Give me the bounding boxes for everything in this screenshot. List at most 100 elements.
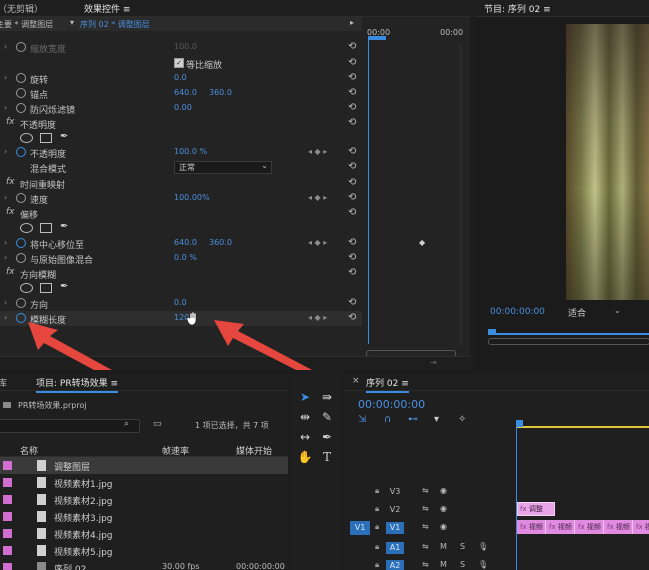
stopwatch-icon[interactable] xyxy=(16,238,26,248)
effect-row[interactable]: 混合模式 正常 ⌄ ⟲ xyxy=(0,160,362,175)
property-value[interactable]: 0.0 xyxy=(174,298,187,307)
reset-icon[interactable]: ⟲ xyxy=(348,207,356,218)
mute-button[interactable]: M xyxy=(440,560,447,569)
property-value[interactable]: 640.0 xyxy=(174,88,197,97)
eye-icon[interactable]: ◉ xyxy=(440,486,447,495)
tab-library[interactable]: 库 xyxy=(0,376,7,389)
reset-icon[interactable]: ⟲ xyxy=(348,72,356,83)
video-clip[interactable]: fx 视频 xyxy=(546,520,575,534)
pen-mask-icon[interactable]: ✒ xyxy=(60,131,68,142)
track-name[interactable]: V1 xyxy=(386,522,404,534)
property-value[interactable]: 100.0 % xyxy=(174,147,207,156)
effect-row[interactable]: › 将中心移位至 640.0 360.0 ◂ ◆ ▸ ⟲ xyxy=(0,236,362,251)
effect-row[interactable]: › 模糊长度 120 ◂ ◆ ▸ ⟲ xyxy=(0,311,362,326)
close-icon[interactable]: × xyxy=(352,376,360,386)
chevron-right-icon[interactable]: › xyxy=(4,253,7,262)
reset-icon[interactable]: ⟲ xyxy=(348,41,356,52)
tab-effect-controls[interactable]: 效果控件 ≡ xyxy=(84,2,131,19)
slip-tool-icon[interactable]: ↔ xyxy=(296,428,314,446)
lock-icon[interactable]: 🔒︎ xyxy=(375,504,379,514)
solo-button[interactable]: S xyxy=(460,560,465,569)
stopwatch-icon[interactable] xyxy=(16,298,26,308)
sync-lock-icon[interactable]: ⇋ xyxy=(422,542,429,551)
col-name[interactable]: 名称 xyxy=(20,444,38,457)
blend-mode-select[interactable]: 正常 ⌄ xyxy=(174,161,272,174)
reset-icon[interactable]: ⟲ xyxy=(348,267,356,278)
video-clip[interactable]: fx 视频 xyxy=(517,520,546,534)
pen-mask-icon[interactable]: ✒ xyxy=(60,281,68,292)
breadcrumb-source[interactable]: 主要 * 调整图层 xyxy=(0,19,53,30)
effect-row[interactable]: fx 方向模糊 ⟲ xyxy=(0,266,362,281)
source-patch[interactable]: V1 xyxy=(350,521,370,535)
track-select-tool-icon[interactable]: ⇛ xyxy=(318,388,336,406)
add-marker-icon[interactable]: ▾ xyxy=(434,414,439,425)
keyframe-icon[interactable]: ◆ xyxy=(419,238,425,247)
reset-icon[interactable]: ⟲ xyxy=(348,192,356,203)
program-time-ruler[interactable] xyxy=(488,333,649,335)
chevron-right-icon[interactable]: › xyxy=(4,42,7,51)
lock-icon[interactable]: 🔒︎ xyxy=(375,486,379,496)
sync-lock-icon[interactable]: ⇋ xyxy=(422,486,429,495)
new-bin-icon[interactable]: ▭ xyxy=(153,419,162,429)
rectangle-mask-icon[interactable] xyxy=(40,223,52,233)
effect-row[interactable]: › 防闪烁滤镜 0.00 ⟲ xyxy=(0,101,362,116)
effect-row[interactable]: fx 时间重映射 ⟲ xyxy=(0,176,362,191)
track-name[interactable]: V3 xyxy=(386,486,404,498)
effect-row[interactable]: › 方向 0.0 ⟲ xyxy=(0,296,362,311)
timeline-playhead[interactable] xyxy=(516,420,523,427)
chevron-right-icon[interactable]: › xyxy=(4,298,7,307)
pen-tool-icon[interactable]: ✒ xyxy=(318,428,336,446)
list-item[interactable]: 视频素材3.jpg xyxy=(0,508,288,525)
list-item[interactable]: 序列 02 30.00 fps 00:00:00:00 xyxy=(0,559,288,570)
checkbox[interactable]: ✓ xyxy=(174,58,184,68)
tab-no-clip[interactable]: （无剪辑） xyxy=(0,2,43,15)
property-value-2[interactable]: 360.0 xyxy=(209,88,232,97)
wrench-icon[interactable]: ✧ xyxy=(458,414,466,425)
chevron-right-icon[interactable]: › xyxy=(4,238,7,247)
label-color-swatch[interactable] xyxy=(3,512,12,521)
ellipse-mask-icon[interactable] xyxy=(20,223,33,233)
sync-lock-icon[interactable]: ⇋ xyxy=(422,560,429,569)
list-item[interactable]: 视频素材5.jpg xyxy=(0,542,288,559)
list-item[interactable]: 视频素材1.jpg xyxy=(0,474,288,491)
microphone-icon[interactable]: 🎙︎ xyxy=(478,542,488,551)
timeline-ruler[interactable] xyxy=(516,426,649,428)
eye-icon[interactable]: ◉ xyxy=(440,504,447,513)
microphone-icon[interactable]: 🎙︎ xyxy=(478,560,488,569)
reset-icon[interactable]: ⟲ xyxy=(348,146,356,157)
stopwatch-icon[interactable] xyxy=(16,42,26,52)
lock-icon[interactable]: 🔒︎ xyxy=(375,542,379,552)
track-name[interactable]: V2 xyxy=(386,504,404,516)
chevron-right-icon[interactable]: › xyxy=(4,313,7,322)
chevron-right-icon[interactable]: › xyxy=(4,147,7,156)
reset-icon[interactable]: ⟲ xyxy=(348,87,356,98)
effect-row[interactable]: ✓ 等比缩放 ⟲ xyxy=(0,56,362,71)
fit-select[interactable]: 适合 ⌄ xyxy=(566,305,626,319)
property-value[interactable]: 0.00 xyxy=(174,103,192,112)
fx-badge-icon[interactable]: fx xyxy=(6,117,15,127)
track-name[interactable]: A1 xyxy=(386,542,404,554)
rectangle-mask-icon[interactable] xyxy=(40,133,52,143)
property-value[interactable]: 640.0 xyxy=(174,238,197,247)
col-media-start[interactable]: 媒体开始 xyxy=(236,444,272,457)
chevron-right-icon[interactable]: › xyxy=(4,193,7,202)
ellipse-mask-icon[interactable] xyxy=(20,283,33,293)
property-value[interactable]: 0.0 xyxy=(174,73,187,82)
effect-row[interactable]: fx 不透明度 ⟲ xyxy=(0,116,362,131)
stopwatch-icon[interactable] xyxy=(16,313,26,323)
stopwatch-icon[interactable] xyxy=(16,253,26,263)
ellipse-mask-icon[interactable] xyxy=(20,133,33,143)
effect-row[interactable]: › 旋转 0.0 ⟲ xyxy=(0,71,362,86)
fx-badge-icon[interactable]: fx xyxy=(6,177,15,187)
fx-badge-icon[interactable]: fx xyxy=(6,267,15,277)
effect-row[interactable]: › 速度 100.00% ◂ ◆ ▸ ⟲ xyxy=(0,191,362,206)
effect-scrollbar[interactable] xyxy=(459,45,463,345)
search-icon[interactable]: ⌕ xyxy=(124,419,129,429)
keyframe-nav-icon[interactable]: ◂ ◆ ▸ xyxy=(308,238,327,247)
keyframe-nav-icon[interactable]: ◂ ◆ ▸ xyxy=(308,193,327,202)
reset-icon[interactable]: ⟲ xyxy=(348,102,356,113)
reset-icon[interactable]: ⟲ xyxy=(348,252,356,263)
selection-tool-icon[interactable]: ➤ xyxy=(296,388,314,406)
stopwatch-icon[interactable] xyxy=(16,147,26,157)
eye-icon[interactable]: ◉ xyxy=(440,522,447,531)
